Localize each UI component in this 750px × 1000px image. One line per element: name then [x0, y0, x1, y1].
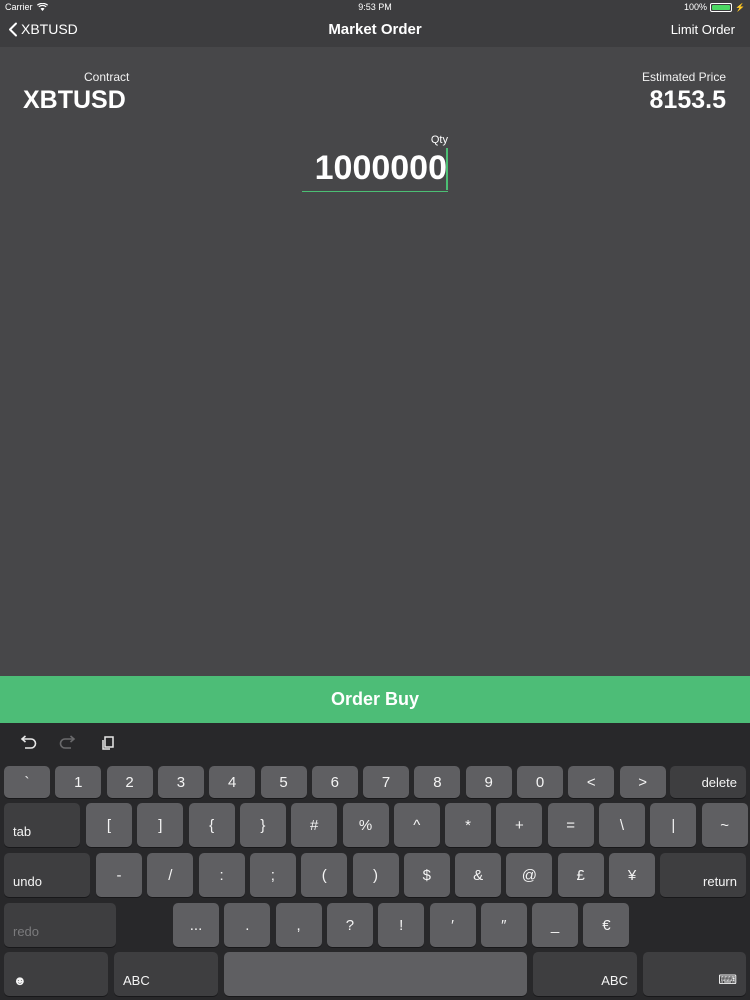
keyboard-shortcut-bar — [0, 723, 750, 761]
key-10-row3[interactable]: ¥ — [609, 853, 655, 897]
key-8-row4[interactable]: € — [583, 903, 630, 947]
emoji-key[interactable]: ☻ — [4, 952, 108, 996]
redo-icon[interactable] — [58, 733, 78, 753]
key-9-row1[interactable]: 9 — [465, 766, 512, 798]
key-9-row2[interactable]: = — [547, 803, 594, 847]
key-1-row2[interactable]: ] — [137, 803, 184, 847]
key-11-row1[interactable]: < — [568, 766, 615, 798]
key-3-row3[interactable]: ; — [249, 853, 296, 897]
key-5-row4[interactable]: ′ — [429, 903, 476, 947]
qty-value: 1000000 — [314, 149, 447, 187]
paste-icon[interactable] — [98, 733, 118, 753]
key-1-row1[interactable]: 1 — [55, 766, 102, 798]
contract-label: Contract — [84, 70, 130, 84]
tab-key[interactable]: tab — [4, 803, 80, 847]
key-10-row2[interactable]: \ — [599, 803, 645, 847]
key-9-row3[interactable]: £ — [557, 853, 604, 897]
navigation-bar: XBTUSD Market Order Limit Order — [0, 14, 750, 47]
abc-key-left[interactable]: ABC — [114, 952, 218, 996]
key-5-row1[interactable]: 5 — [260, 766, 307, 798]
key-12-row1[interactable]: > — [619, 766, 666, 798]
key-4-row2[interactable]: # — [291, 803, 338, 847]
chevron-left-icon — [9, 22, 17, 36]
qty-label: Qty — [430, 134, 448, 146]
key-5-row3[interactable]: ) — [352, 853, 399, 897]
abc-key-right[interactable]: ABC — [533, 952, 637, 996]
keyboard: ` 1 2 3 4 5 6 7 8 9 0 < > delete tab[]{} #% ^ * + = \ | ~ undo -… — [0, 723, 750, 1000]
key-7-row1[interactable]: 7 — [363, 766, 410, 798]
key-3-row4[interactable]: ? — [326, 903, 373, 947]
back-button[interactable]: XBTUSD — [8, 21, 78, 37]
key-2-row3[interactable]: : — [198, 853, 245, 897]
key-1-row3[interactable]: / — [147, 853, 194, 897]
qty-input[interactable]: 1000000 — [302, 148, 448, 192]
key-11-row2[interactable]: | — [650, 803, 697, 847]
key-7-row4[interactable]: _ — [532, 903, 579, 947]
page-title: Market Order — [328, 21, 422, 38]
dismiss-keyboard-icon[interactable]: ⌨ — [643, 952, 746, 996]
key-6-row2[interactable]: ^ — [393, 803, 440, 847]
back-button-label: XBTUSD — [21, 21, 78, 37]
key-4-row1[interactable]: 4 — [209, 766, 256, 798]
key-6-row4[interactable]: ″ — [480, 903, 527, 947]
key-4-row4[interactable]: ! — [378, 903, 425, 947]
key-2-row4[interactable]: , — [275, 903, 322, 947]
key-3-row1[interactable]: 3 — [157, 766, 204, 798]
key-12-row2[interactable]: ~ — [701, 803, 748, 847]
key-7-row2[interactable]: * — [445, 803, 492, 847]
status-time: 9:53 PM — [358, 2, 392, 12]
return-key[interactable]: return — [660, 853, 746, 897]
estimated-price-label: Estimated Price — [641, 70, 726, 84]
space-key[interactable] — [224, 952, 527, 996]
estimated-price-value: 8153.5 — [649, 86, 726, 114]
status-right: 100% ⚡ — [684, 2, 745, 12]
key-4-row3[interactable]: ( — [301, 853, 348, 897]
key-0-row3[interactable]: - — [96, 853, 142, 897]
key-0-row1[interactable]: ` — [4, 766, 50, 798]
order-buy-button[interactable]: Order Buy — [0, 676, 750, 723]
status-bar: Carrier 9:53 PM 100% ⚡ — [0, 0, 750, 14]
key-8-row2[interactable]: + — [496, 803, 543, 847]
limit-order-button[interactable]: Limit Order — [671, 22, 735, 37]
key-1-row4[interactable]: . — [224, 903, 271, 947]
key-6-row1[interactable]: 6 — [311, 766, 358, 798]
redo-key[interactable]: redo — [4, 903, 116, 947]
key-3-row2[interactable]: } — [239, 803, 286, 847]
battery-icon — [710, 2, 733, 12]
delete-key[interactable]: delete — [670, 766, 746, 798]
key-8-row1[interactable]: 8 — [414, 766, 461, 798]
text-cursor — [446, 148, 448, 190]
key-0-row2[interactable]: [ — [86, 803, 132, 847]
contract-value: XBTUSD — [23, 86, 126, 114]
key-5-row2[interactable]: % — [342, 803, 389, 847]
charging-icon: ⚡ — [735, 2, 745, 12]
battery-percent: 100% — [684, 2, 708, 12]
key-10-row1[interactable]: 0 — [517, 766, 563, 798]
undo-icon[interactable] — [18, 733, 38, 753]
key-7-row3[interactable]: & — [455, 853, 502, 897]
undo-key[interactable]: undo — [4, 853, 90, 897]
key-2-row2[interactable]: { — [188, 803, 235, 847]
key-2-row1[interactable]: 2 — [106, 766, 153, 798]
key-0-row4[interactable]: ... — [173, 903, 219, 947]
key-6-row3[interactable]: $ — [403, 853, 450, 897]
key-8-row3[interactable]: @ — [506, 853, 553, 897]
